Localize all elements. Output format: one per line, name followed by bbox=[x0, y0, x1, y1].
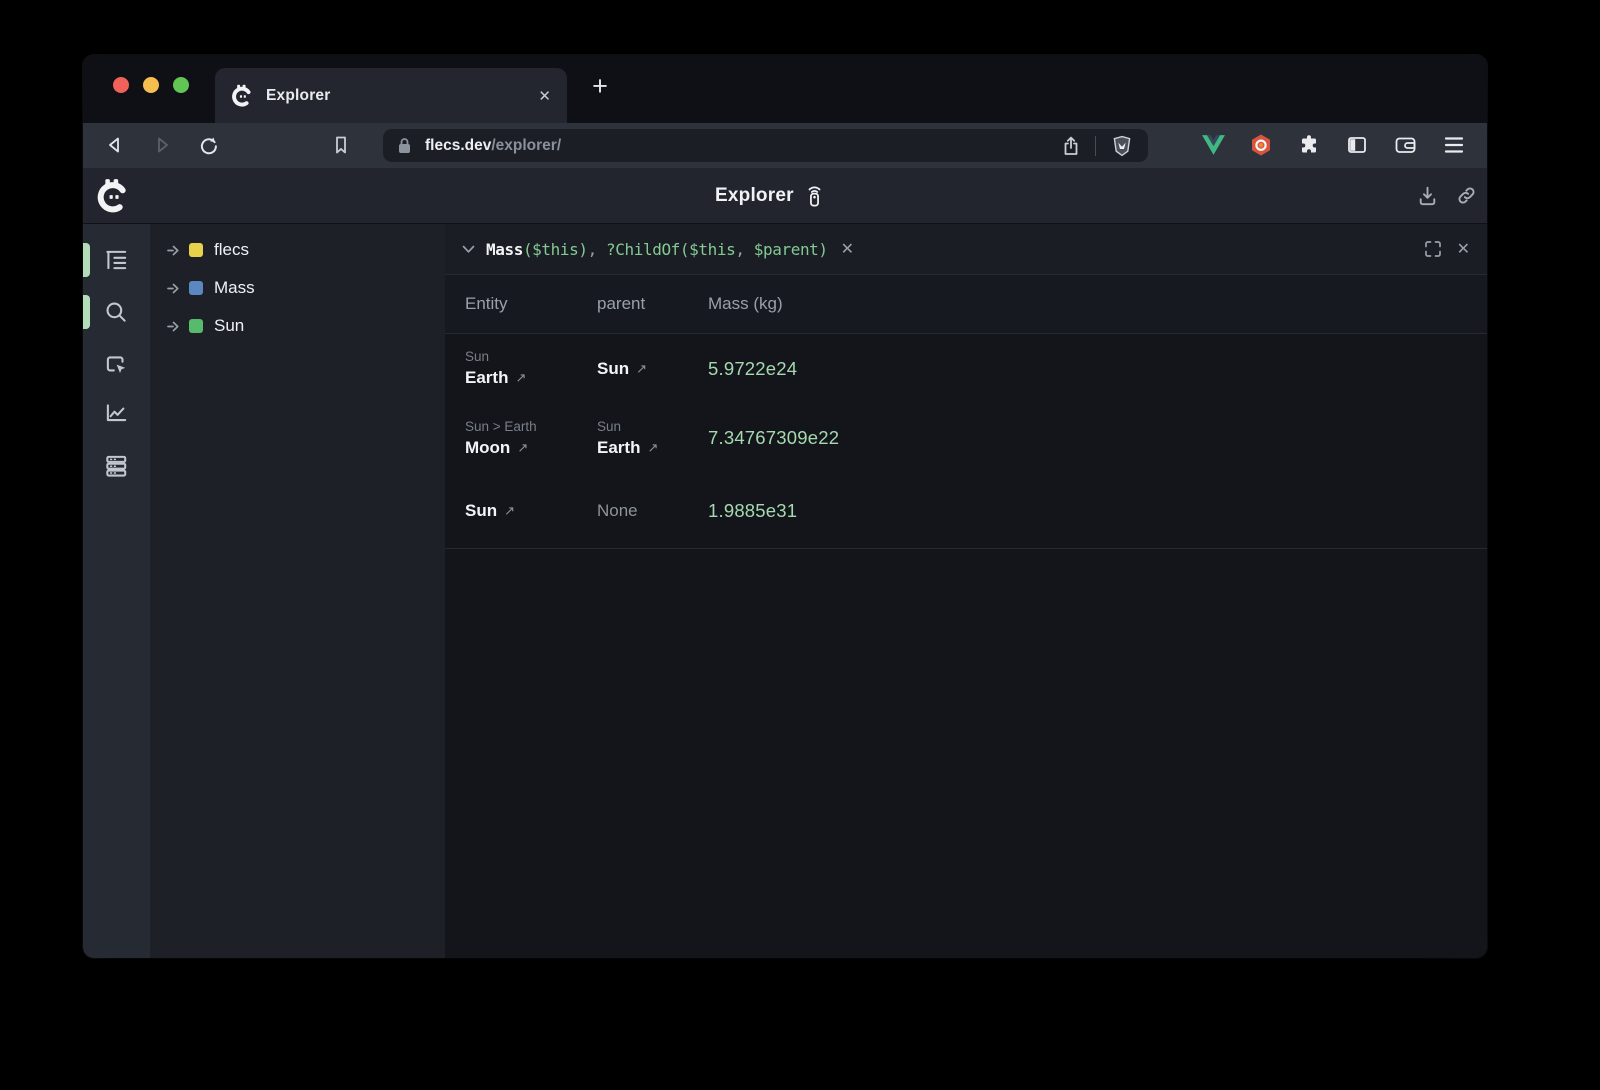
link-icon[interactable] bbox=[1455, 184, 1478, 207]
close-panel-icon[interactable]: ✕ bbox=[1457, 239, 1470, 259]
url-path: /explorer/ bbox=[491, 137, 561, 155]
entity-color-swatch bbox=[189, 281, 203, 295]
tab-explorer[interactable]: Explorer ✕ bbox=[215, 68, 567, 123]
parent-link[interactable]: Earth↗ bbox=[597, 438, 708, 458]
url-domain: flecs.dev bbox=[425, 137, 491, 155]
browser-toolbar: flecs.dev/explorer/ bbox=[83, 123, 1487, 168]
expand-arrow-icon[interactable] bbox=[167, 321, 182, 332]
sidebar-toggle-icon[interactable] bbox=[1345, 133, 1369, 157]
tree-item-flecs[interactable]: flecs bbox=[150, 231, 445, 269]
remote-connection-icon[interactable] bbox=[804, 184, 825, 207]
browser-window: Explorer ✕ + fle bbox=[83, 55, 1487, 958]
toolbar-separator bbox=[1095, 136, 1096, 156]
table-row: Sun Earth↗ Sun↗ 5.9722e24 bbox=[445, 334, 1487, 403]
query-expression[interactable]: Mass($this), ?ChildOf($this, $parent) bbox=[486, 240, 828, 259]
query-token: , bbox=[735, 240, 744, 259]
clear-query-icon[interactable]: ✕ bbox=[841, 239, 854, 259]
reload-icon[interactable] bbox=[197, 133, 221, 157]
inspector-icon[interactable] bbox=[103, 352, 129, 378]
mass-value: 7.34767309e22 bbox=[708, 427, 839, 449]
parent-link[interactable]: Sun↗ bbox=[597, 359, 708, 379]
entity-link[interactable]: Sun↗ bbox=[465, 501, 597, 521]
brave-shield-icon[interactable] bbox=[1110, 134, 1134, 158]
entity-tree-panel: flecs Mass Sun bbox=[150, 224, 445, 958]
column-header-mass: Mass (kg) bbox=[708, 294, 783, 314]
back-icon[interactable] bbox=[103, 133, 127, 157]
bookmark-icon[interactable] bbox=[329, 133, 353, 157]
query-token: Mass bbox=[486, 240, 523, 259]
entity-link[interactable]: Earth↗ bbox=[465, 368, 597, 388]
query-token: ($this) bbox=[523, 240, 588, 259]
tree-item-label: flecs bbox=[214, 240, 249, 260]
tab-bar: Explorer ✕ + bbox=[83, 55, 1487, 123]
menu-icon[interactable] bbox=[1443, 135, 1465, 155]
mass-value: 5.9722e24 bbox=[708, 358, 797, 380]
app-header: Explorer bbox=[83, 168, 1487, 224]
query-bar[interactable]: Mass($this), ?ChildOf($this, $parent) ✕ … bbox=[445, 224, 1487, 275]
extensions-puzzle-icon[interactable] bbox=[1297, 133, 1321, 157]
forward-icon[interactable] bbox=[150, 133, 174, 157]
expand-arrow-icon[interactable] bbox=[167, 245, 182, 256]
tree-item-label: Mass bbox=[214, 278, 255, 298]
tab-close-icon[interactable]: ✕ bbox=[538, 87, 551, 105]
minimize-window-button[interactable] bbox=[143, 77, 159, 93]
tree-item-sun[interactable]: Sun bbox=[150, 307, 445, 345]
close-window-button[interactable] bbox=[113, 77, 129, 93]
new-tab-button[interactable]: + bbox=[583, 71, 617, 102]
external-link-icon: ↗ bbox=[504, 503, 515, 519]
wallet-icon[interactable] bbox=[1393, 133, 1418, 157]
active-indicator-tree bbox=[83, 243, 90, 277]
active-indicator-search bbox=[83, 295, 90, 329]
query-token: $parent) bbox=[745, 240, 828, 259]
tab-title: Explorer bbox=[266, 87, 331, 105]
external-link-icon: ↗ bbox=[647, 440, 658, 456]
hexagon-extension-icon[interactable] bbox=[1249, 133, 1273, 158]
parent-none: None bbox=[597, 501, 708, 521]
query-panel: Mass($this), ?ChildOf($this, $parent) ✕ … bbox=[445, 224, 1487, 958]
flecs-logo-icon[interactable] bbox=[96, 178, 131, 213]
result-table-body: Sun Earth↗ Sun↗ 5.9722e24 Sun > Ear bbox=[445, 334, 1487, 549]
entity-path: Sun > Earth bbox=[465, 419, 597, 434]
stats-chart-icon[interactable] bbox=[103, 400, 129, 426]
chevron-down-icon[interactable] bbox=[462, 245, 475, 254]
parent-path: Sun bbox=[597, 419, 708, 434]
url-bar[interactable]: flecs.dev/explorer/ bbox=[383, 129, 1148, 162]
external-link-icon: ↗ bbox=[636, 361, 647, 377]
column-header-parent: parent bbox=[597, 294, 708, 314]
fullscreen-icon[interactable] bbox=[1424, 240, 1442, 258]
entity-color-swatch bbox=[189, 243, 203, 257]
result-table-header: Entity parent Mass (kg) bbox=[445, 275, 1487, 334]
entity-link[interactable]: Moon↗ bbox=[465, 438, 597, 458]
external-link-icon: ↗ bbox=[517, 440, 528, 456]
search-icon[interactable] bbox=[103, 299, 129, 325]
table-row: Sun↗ None 1.9885e31 bbox=[445, 473, 1487, 548]
sidebar-rail bbox=[83, 224, 150, 958]
modules-list-icon[interactable] bbox=[103, 453, 129, 479]
entity-color-swatch bbox=[189, 319, 203, 333]
tree-item-mass[interactable]: Mass bbox=[150, 269, 445, 307]
table-row: Sun > Earth Moon↗ Sun Earth↗ 7.34767309e… bbox=[445, 403, 1487, 473]
tree-item-label: Sun bbox=[214, 316, 244, 336]
mass-value: 1.9885e31 bbox=[708, 500, 797, 522]
traffic-lights bbox=[113, 77, 189, 93]
zoom-window-button[interactable] bbox=[173, 77, 189, 93]
share-icon[interactable] bbox=[1061, 135, 1081, 157]
page-title: Explorer bbox=[715, 168, 825, 223]
vue-devtools-icon[interactable] bbox=[1201, 134, 1226, 156]
download-icon[interactable] bbox=[1416, 184, 1439, 207]
query-token: , bbox=[588, 240, 606, 259]
entity-path: Sun bbox=[465, 349, 597, 364]
tree-view-icon[interactable] bbox=[103, 247, 129, 273]
flecs-favicon-icon bbox=[231, 84, 254, 107]
external-link-icon: ↗ bbox=[515, 370, 526, 386]
column-header-entity: Entity bbox=[465, 294, 597, 314]
lock-icon bbox=[397, 137, 412, 154]
query-token: ?ChildOf($this bbox=[606, 240, 735, 259]
expand-arrow-icon[interactable] bbox=[167, 283, 182, 294]
